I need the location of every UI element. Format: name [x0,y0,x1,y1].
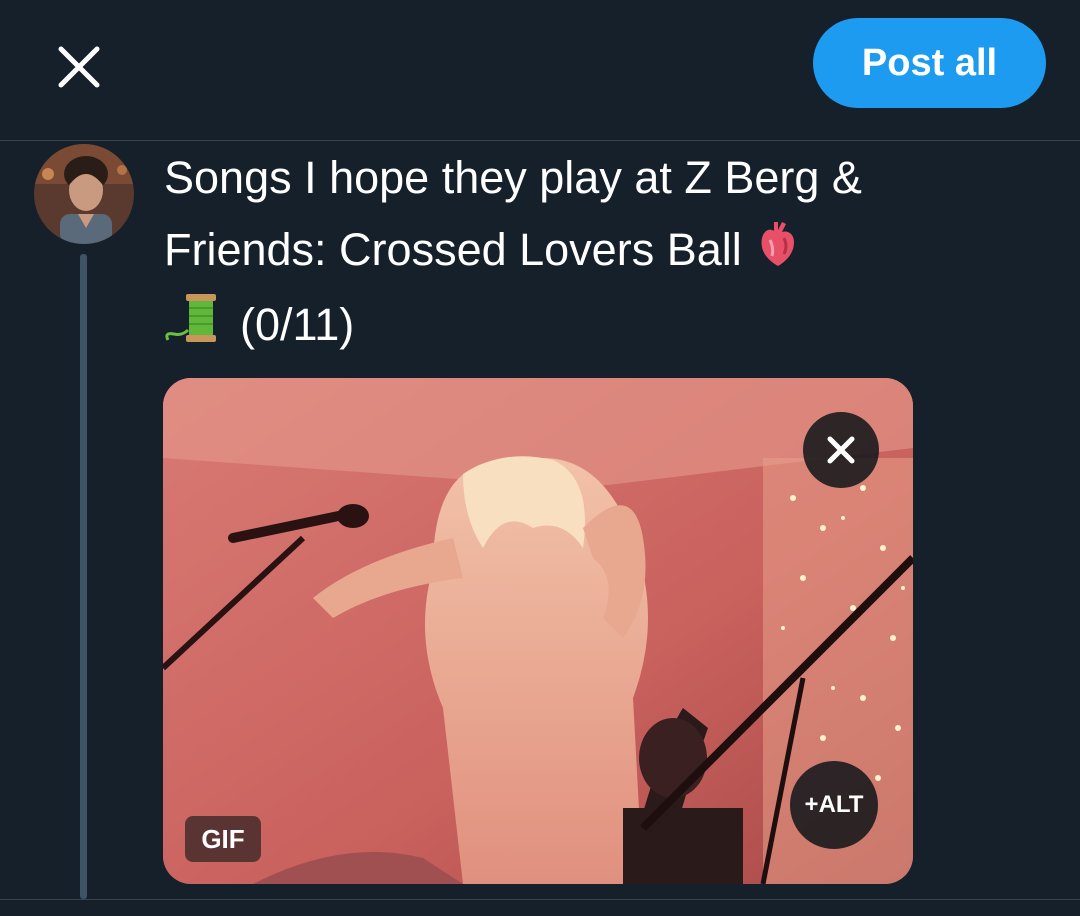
thread-spool-icon [164,290,226,367]
composer-header: Post all [0,0,1080,141]
close-button[interactable] [48,36,110,98]
anatomical-heart-icon [758,217,798,289]
tweet-text-input[interactable]: Songs I hope they play at Z Berg & Frien… [164,142,1024,367]
thread-counter: (0/11) [240,299,355,351]
tweet-text-line: Songs I hope they play at Z Berg & [164,152,862,203]
divider [0,899,1080,900]
close-icon [58,46,100,88]
post-all-button[interactable]: Post all [813,18,1046,108]
add-alt-text-button[interactable]: +ALT [790,761,878,849]
gif-badge: GIF [185,816,261,862]
close-icon [827,436,855,464]
remove-media-button[interactable] [803,412,879,488]
tweet-text-line: Friends: Crossed Lovers Ball [164,214,1024,289]
thread-line [80,254,87,899]
tweet-text-line: (0/11) [164,289,1024,367]
avatar[interactable] [34,144,134,244]
gif-media-preview[interactable]: +ALT GIF [163,378,913,884]
tweet-text-segment: Friends: Crossed Lovers Ball [164,224,742,275]
user-avatar-image [34,144,134,244]
